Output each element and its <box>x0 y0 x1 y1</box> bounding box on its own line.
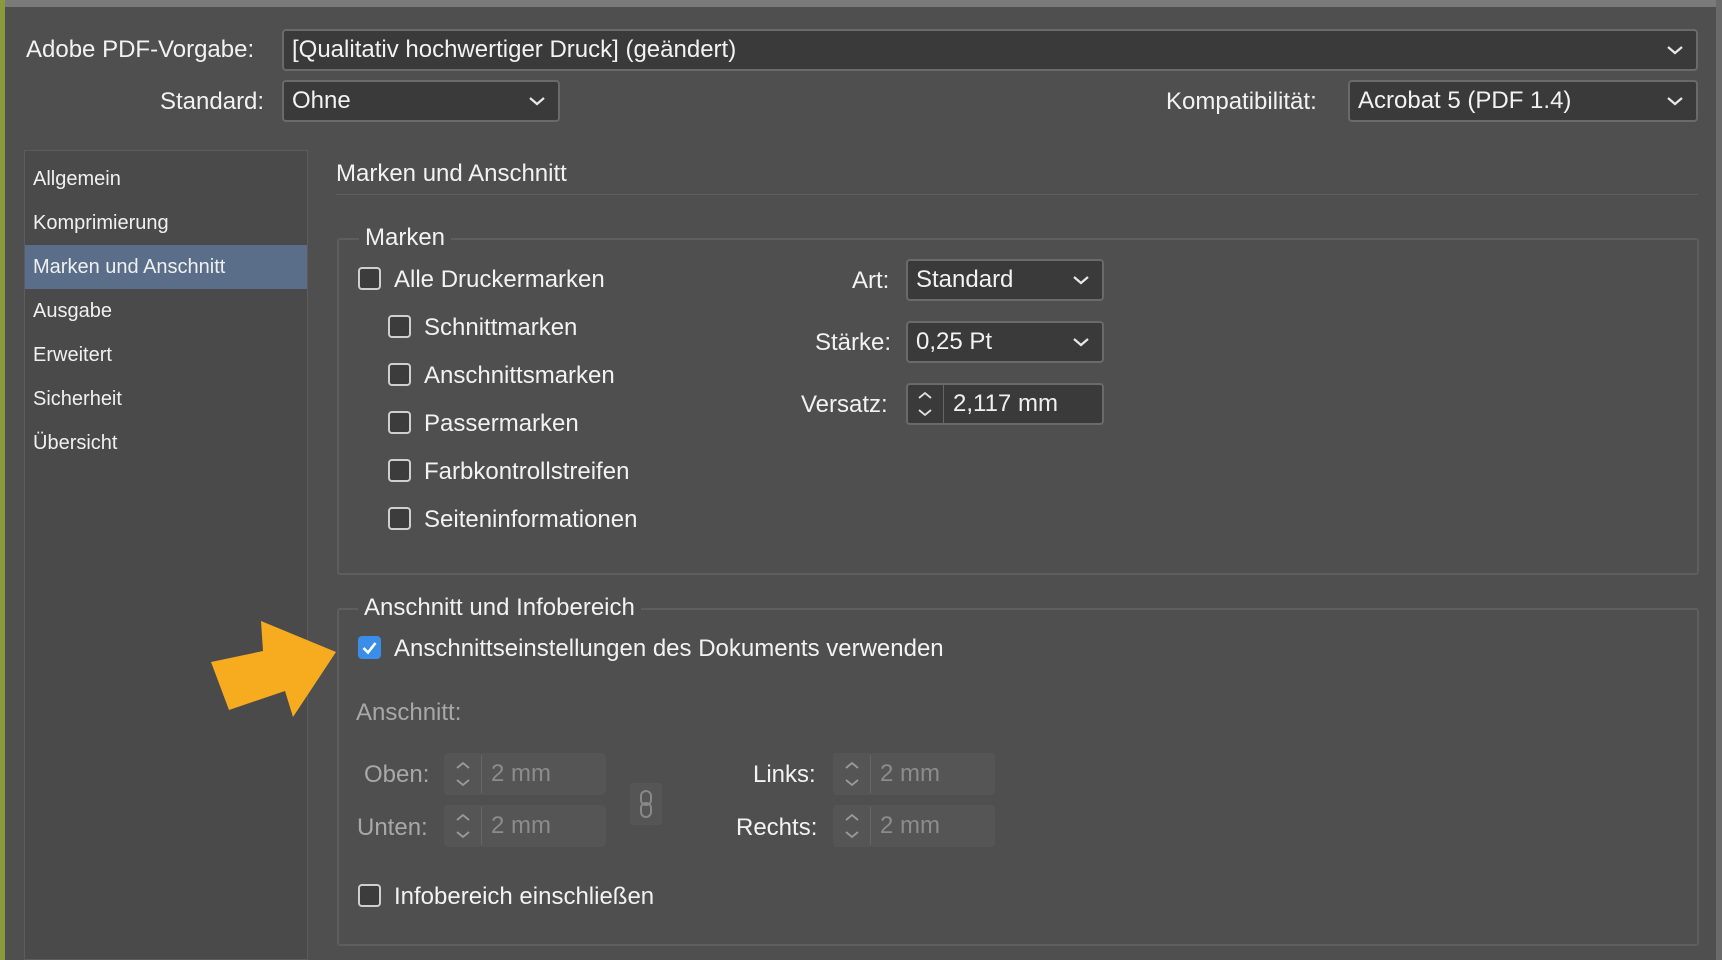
offset-stepper[interactable]: 2,117 mm <box>906 383 1104 425</box>
color-bars-label: Farbkontrollstreifen <box>424 458 630 485</box>
standard-label: Standard: <box>160 88 265 115</box>
bottom-label: Unten: <box>357 814 428 841</box>
page-information-label: Seiteninformationen <box>424 506 638 533</box>
include-slug-checkbox[interactable] <box>358 884 381 907</box>
marks-legend: Marken <box>359 224 452 252</box>
bottom-bleed-value: 2 mm <box>491 812 551 839</box>
bleed-label: Anschnitt: <box>356 699 462 726</box>
preset-label: Adobe PDF-Vorgabe: <box>26 36 255 63</box>
checkmark-icon <box>362 642 377 655</box>
chevron-down-icon <box>1073 276 1089 285</box>
include-slug-label: Infobereich einschließen <box>394 883 655 910</box>
offset-value: 2,117 mm <box>953 390 1058 417</box>
page-information-checkbox[interactable] <box>388 507 411 530</box>
type-dropdown[interactable]: Standard <box>906 259 1104 301</box>
stepper-arrows-icon[interactable] <box>908 385 944 423</box>
top-bleed-stepper[interactable]: 2 mm <box>444 753 606 795</box>
type-label: Art: <box>852 267 890 294</box>
sidebar-item-output[interactable]: Ausgabe <box>25 289 307 333</box>
window-right-edge <box>1716 0 1722 960</box>
window-top-edge <box>0 0 1722 7</box>
annotation-arrow-icon <box>211 621 336 717</box>
sidebar-item-security[interactable]: Sicherheit <box>25 377 307 421</box>
bleed-marks-label: Anschnittsmarken <box>424 362 615 389</box>
sidebar-item-summary[interactable]: Übersicht <box>25 421 307 465</box>
left-bleed-value: 2 mm <box>880 760 940 787</box>
standard-value: Ohne <box>292 87 351 114</box>
right-bleed-value: 2 mm <box>880 812 940 839</box>
registration-marks-label: Passermarken <box>424 410 579 437</box>
category-sidebar: Allgemein Komprimierung Marken und Ansch… <box>24 150 308 960</box>
panel-title: Marken und Anschnitt <box>336 160 567 187</box>
top-label: Oben: <box>364 761 430 788</box>
chevron-down-icon <box>1073 338 1089 347</box>
compatibility-label: Kompatibilität: <box>1166 88 1317 115</box>
bleed-marks-checkbox[interactable] <box>388 363 411 386</box>
compatibility-dropdown[interactable]: Acrobat 5 (PDF 1.4) <box>1348 80 1698 122</box>
registration-marks-checkbox[interactable] <box>388 411 411 434</box>
title-divider <box>336 194 1698 195</box>
compatibility-value: Acrobat 5 (PDF 1.4) <box>1358 87 1572 114</box>
right-label: Rechts: <box>736 814 818 841</box>
stepper-arrows-icon <box>835 755 871 793</box>
all-printer-marks-label: Alle Druckermarken <box>394 266 605 293</box>
color-bars-checkbox[interactable] <box>388 459 411 482</box>
crop-marks-label: Schnittmarken <box>424 314 578 341</box>
top-bleed-value: 2 mm <box>491 760 551 787</box>
weight-label: Stärke: <box>815 329 892 356</box>
use-document-bleed-checkbox[interactable] <box>358 636 381 659</box>
chevron-down-icon <box>1667 46 1683 55</box>
window-left-edge <box>0 0 5 960</box>
use-document-bleed-label: Anschnittseinstellungen des Dokuments ve… <box>394 635 944 662</box>
weight-dropdown[interactable]: 0,25 Pt <box>906 321 1104 363</box>
standard-dropdown[interactable]: Ohne <box>282 80 560 122</box>
sidebar-item-general[interactable]: Allgemein <box>25 157 307 201</box>
sidebar-item-marks-and-bleeds[interactable]: Marken und Anschnitt <box>25 245 307 289</box>
all-printer-marks-checkbox[interactable] <box>358 267 381 290</box>
offset-label: Versatz: <box>801 391 888 418</box>
chevron-down-icon <box>529 97 545 106</box>
weight-value: 0,25 Pt <box>916 328 993 355</box>
stepper-arrows-icon <box>446 755 482 793</box>
left-label: Links: <box>753 761 816 788</box>
type-value: Standard <box>916 266 1014 293</box>
crop-marks-checkbox[interactable] <box>388 315 411 338</box>
sidebar-item-compression[interactable]: Komprimierung <box>25 201 307 245</box>
stepper-arrows-icon <box>446 807 482 845</box>
preset-dropdown[interactable]: [Qualitativ hochwertiger Druck] (geänder… <box>282 29 1698 71</box>
preset-value: [Qualitativ hochwertiger Druck] (geänder… <box>292 36 737 63</box>
link-icon[interactable] <box>630 783 662 825</box>
left-bleed-stepper[interactable]: 2 mm <box>833 753 995 795</box>
right-bleed-stepper[interactable]: 2 mm <box>833 805 995 847</box>
chevron-down-icon <box>1667 97 1683 106</box>
bleed-slug-legend: Anschnitt und Infobereich <box>358 594 641 622</box>
bottom-bleed-stepper[interactable]: 2 mm <box>444 805 606 847</box>
sidebar-item-advanced[interactable]: Erweitert <box>25 333 307 377</box>
stepper-arrows-icon <box>835 807 871 845</box>
